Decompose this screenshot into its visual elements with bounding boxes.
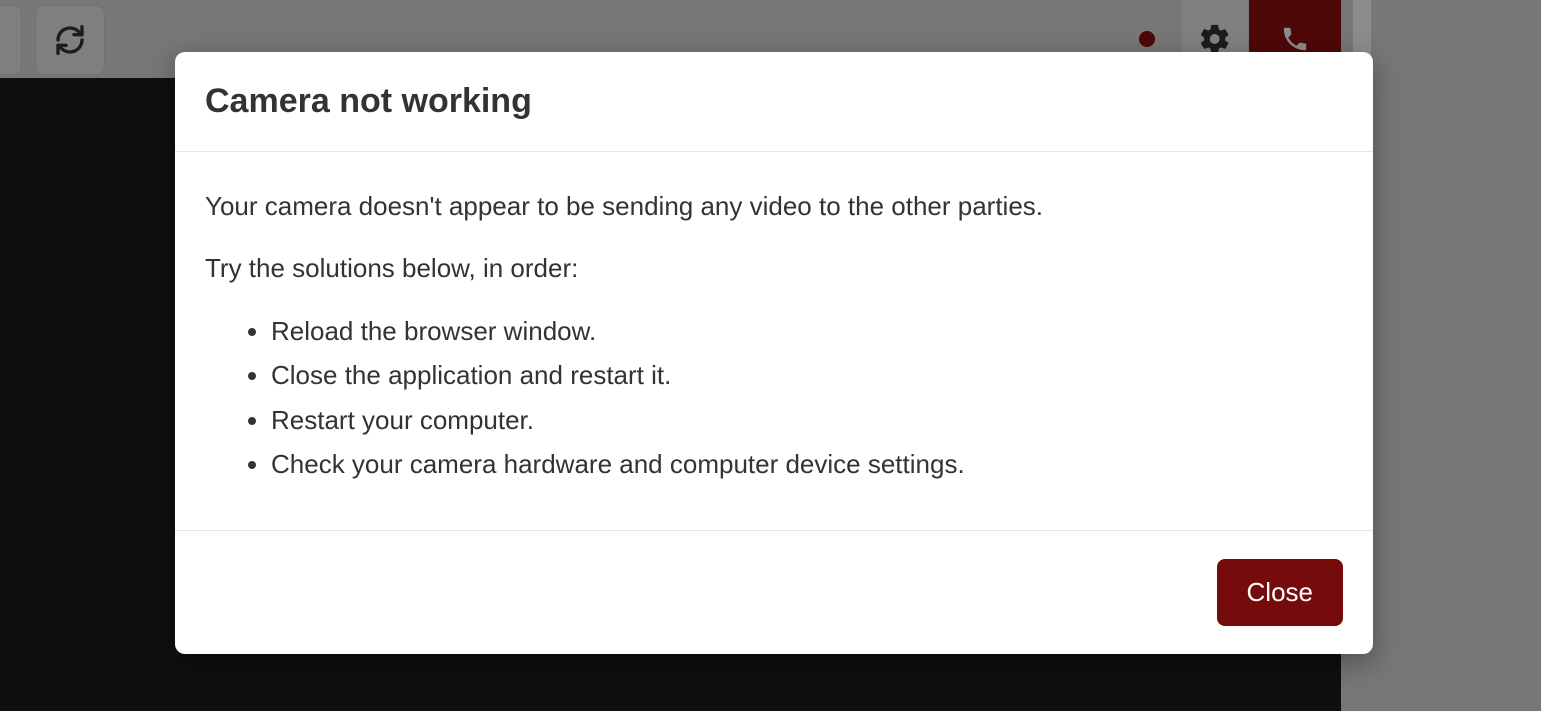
- modal-title: Camera not working: [205, 82, 1343, 121]
- modal-subhead-text: Try the solutions below, in order:: [205, 250, 1343, 286]
- modal-header: Camera not working: [175, 52, 1373, 152]
- camera-error-modal: Camera not working Your camera doesn't a…: [175, 52, 1373, 654]
- refresh-button[interactable]: [35, 5, 105, 75]
- list-item: Check your camera hardware and computer …: [271, 446, 1343, 482]
- refresh-icon: [54, 24, 86, 56]
- list-item: Reload the browser window.: [271, 313, 1343, 349]
- close-button[interactable]: Close: [1217, 559, 1343, 626]
- app-root: Camera not working Your camera doesn't a…: [0, 0, 1541, 711]
- toolbar-button-partial[interactable]: [0, 5, 22, 75]
- modal-footer: Close: [175, 530, 1373, 654]
- recording-indicator-icon: [1139, 31, 1155, 47]
- phone-icon: [1280, 24, 1310, 54]
- gear-icon: [1198, 22, 1232, 56]
- list-item: Restart your computer.: [271, 402, 1343, 438]
- modal-intro-text: Your camera doesn't appear to be sending…: [205, 188, 1343, 224]
- modal-body: Your camera doesn't appear to be sending…: [175, 152, 1373, 530]
- list-item: Close the application and restart it.: [271, 357, 1343, 393]
- modal-steps-list: Reload the browser window. Close the app…: [205, 313, 1343, 483]
